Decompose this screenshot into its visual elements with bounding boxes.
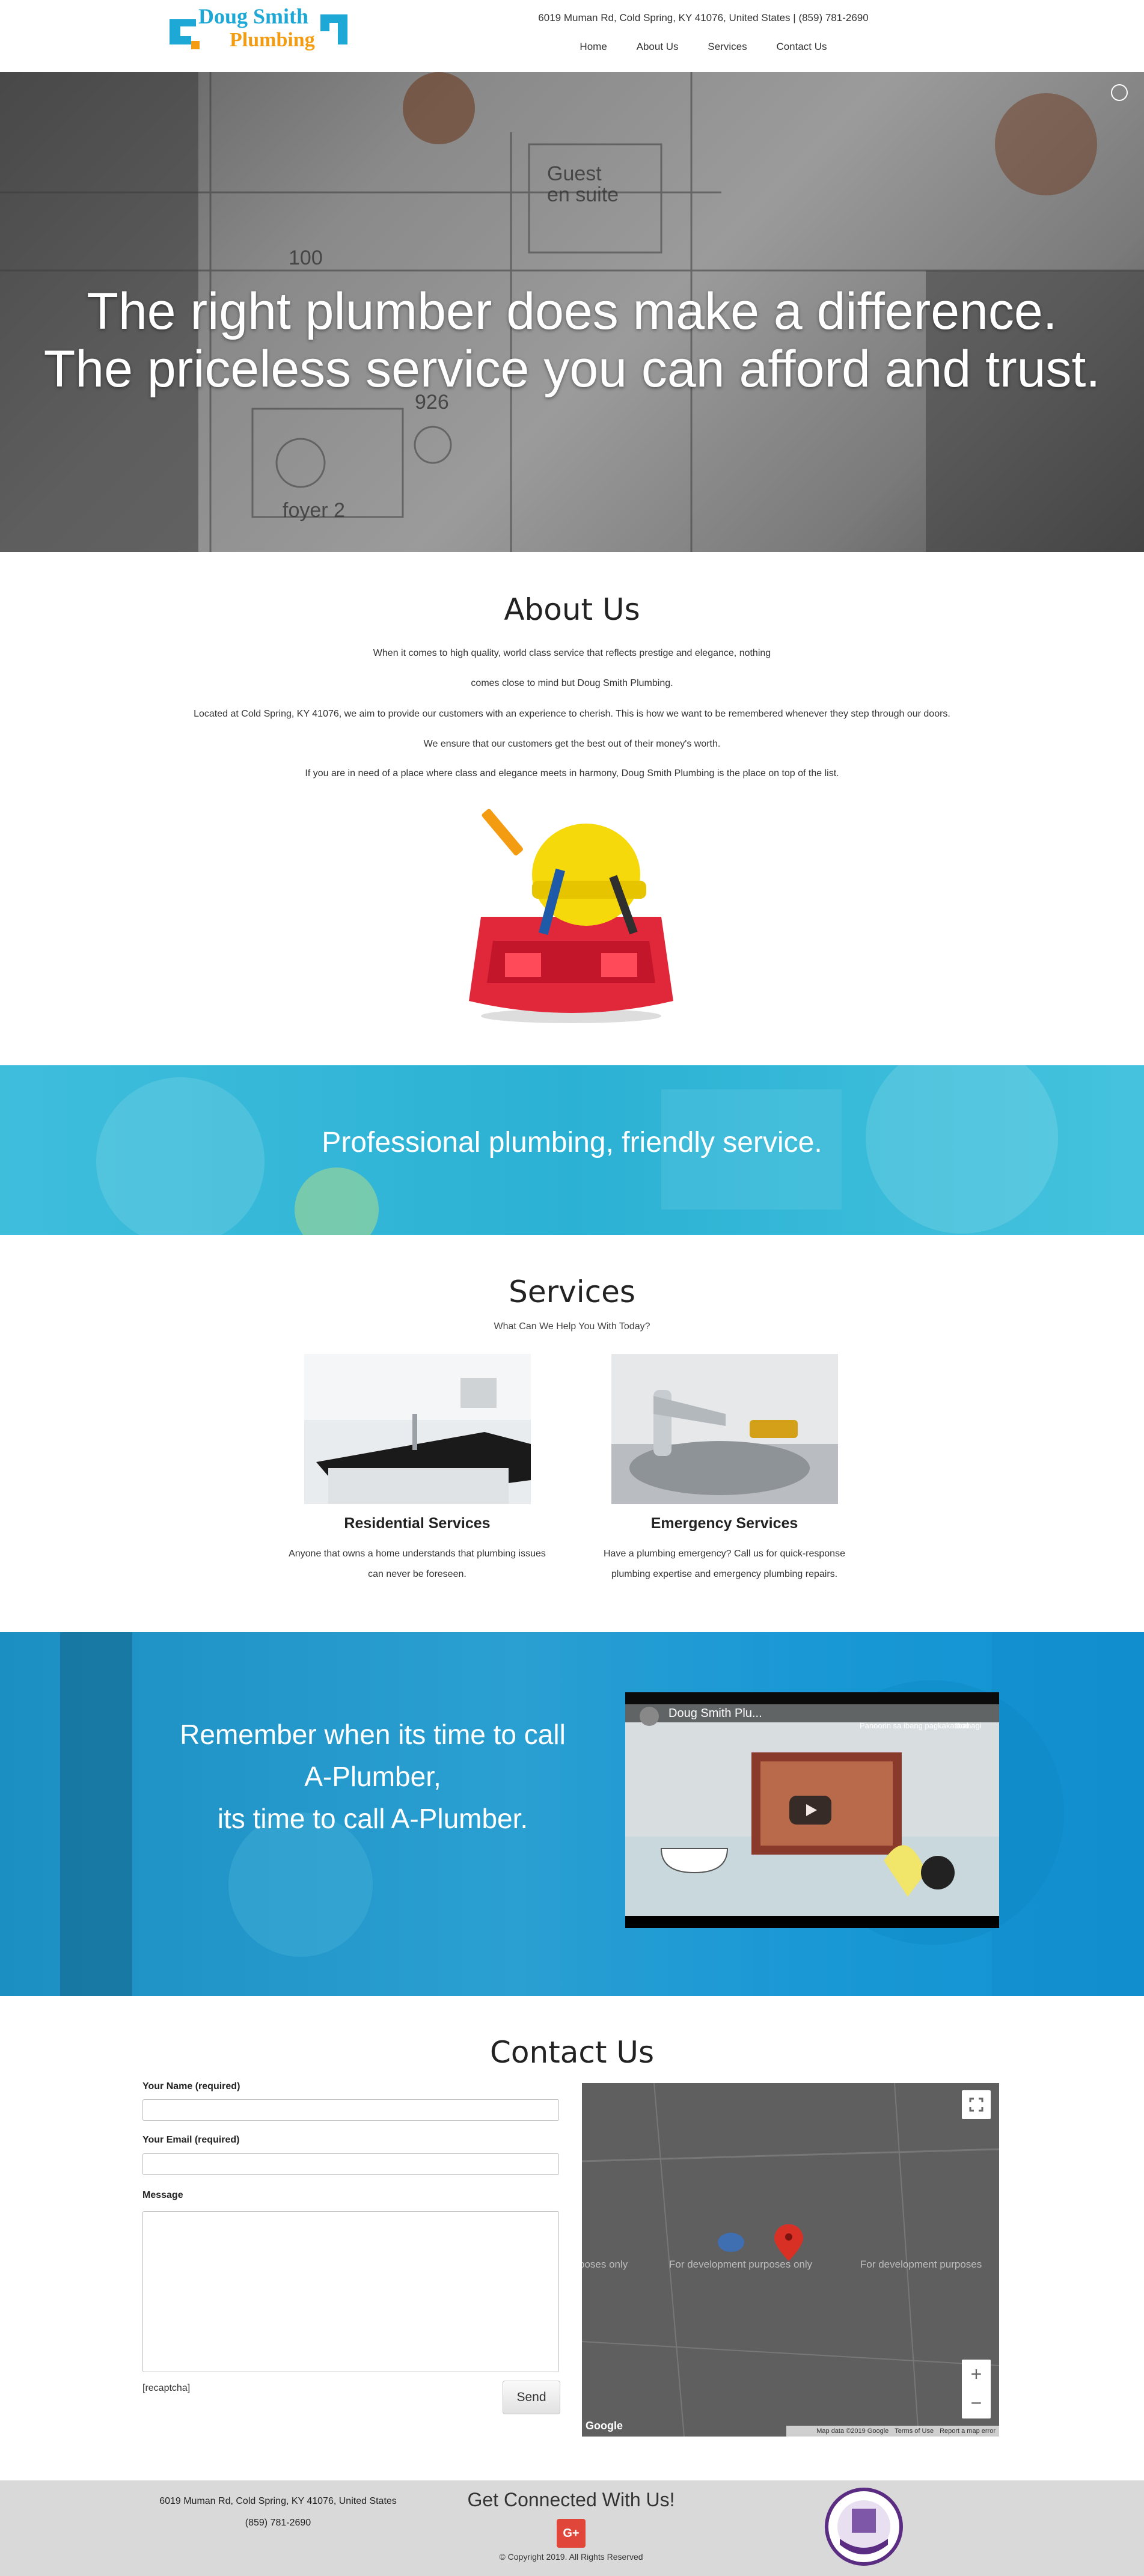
zoom-in-button[interactable]: +	[962, 2360, 991, 2388]
hero-line-2: The priceless service you can afford and…	[43, 340, 1101, 398]
about-paragraph-4: We ensure that our customers get the bes…	[423, 739, 721, 749]
residential-desc-line-2: can never be foreseen.	[368, 1569, 466, 1579]
fullscreen-icon	[969, 2097, 983, 2112]
play-button[interactable]	[789, 1796, 831, 1825]
map-marker-icon[interactable]	[774, 2224, 803, 2261]
emergency-desc-line-1: Have a plumbing emergency? Call us for q…	[604, 1549, 845, 1559]
map-watermark-left: poses only	[582, 2259, 628, 2270]
residential-services-image[interactable]	[304, 1354, 531, 1504]
logo-text-name: Doug Smith	[198, 4, 309, 28]
map-terms-link[interactable]: Terms of Use	[895, 2428, 934, 2435]
name-label: Your Name (required)	[142, 2081, 240, 2091]
google-logo[interactable]: Google	[586, 2420, 623, 2432]
name-field[interactable]	[142, 2099, 559, 2121]
footer-contact: 6019 Muman Rd, Cold Spring, KY 41076, Un…	[120, 2491, 436, 2534]
send-button[interactable]: Send	[503, 2381, 560, 2414]
about-title: About Us	[504, 592, 640, 627]
logo-text-plumbing: Plumbing	[230, 29, 315, 51]
video-player[interactable]: Doug Smith Plu... Panoorin sa ibang pagk…	[625, 1692, 999, 1928]
about-paragraph-5: If you are in need of a place where clas…	[305, 768, 839, 779]
header-address: 6019 Muman Rd, Cold Spring, KY 41076, Un…	[538, 12, 796, 23]
residential-desc-line-1: Anyone that owns a home understands that…	[289, 1549, 546, 1559]
message-field[interactable]	[142, 2211, 559, 2372]
map-report-link[interactable]: Report a map error	[940, 2428, 996, 2435]
video-title[interactable]: Doug Smith Plu...	[668, 1707, 762, 1721]
svg-text:100: 100	[289, 246, 323, 269]
map-fullscreen-button[interactable]	[962, 2090, 991, 2119]
map-watermark-right: For development purposes	[860, 2259, 982, 2270]
tagline-text: Professional plumbing, friendly service.	[322, 1127, 822, 1158]
nav-about[interactable]: About Us	[637, 41, 679, 53]
map-watermark-center: For development purposes only	[669, 2259, 813, 2270]
zoom-out-button[interactable]: −	[962, 2390, 991, 2418]
nav-contact[interactable]: Contact Us	[776, 41, 827, 53]
message-label: Message	[142, 2190, 183, 2200]
recaptcha-placeholder: [recaptcha]	[142, 2383, 191, 2393]
cta-line-3: its time to call A-Plumber.	[217, 1803, 528, 1834]
emergency-desc: Have a plumbing emergency? Call us for q…	[574, 1544, 875, 1585]
toolbag-image	[469, 809, 673, 1023]
about-paragraph-2: comes close to mind but Doug Smith Plumb…	[471, 678, 673, 688]
hero-heading: The right plumber does make a difference…	[0, 283, 1144, 398]
cta-text: Remember when its time to call A-Plumber…	[120, 1713, 625, 1840]
map[interactable]: poses only For development purposes only…	[582, 2083, 999, 2437]
emergency-desc-line-2: plumbing expertise and emergency plumbin…	[611, 1569, 838, 1579]
services-title: Services	[509, 1274, 635, 1309]
play-icon	[806, 1804, 817, 1816]
emergency-services-image[interactable]	[611, 1354, 838, 1504]
nav-services[interactable]: Services	[708, 41, 747, 53]
slider-dot[interactable]	[1111, 84, 1128, 101]
emergency-title[interactable]: Emergency Services	[574, 1515, 875, 1532]
hero-line-1: The right plumber does make a difference…	[87, 283, 1057, 340]
footer-connect-heading: Get Connected With Us!	[467, 2489, 675, 2510]
about-paragraph-3: Located at Cold Spring, KY 41076, we aim…	[194, 709, 950, 719]
cta-line-1: Remember when its time to call	[180, 1719, 566, 1750]
services-subtitle: What Can We Help You With Today?	[494, 1321, 650, 1332]
header-phone[interactable]: (859) 781-2690	[798, 12, 868, 23]
svg-text:en suite: en suite	[547, 183, 619, 206]
email-field[interactable]	[142, 2153, 559, 2175]
svg-text:foyer 2: foyer 2	[283, 499, 345, 522]
residential-desc: Anyone that owns a home understands that…	[267, 1544, 567, 1585]
svg-text:Guest: Guest	[547, 162, 602, 185]
copyright: © Copyright 2019. All Rights Reserved	[499, 2552, 643, 2562]
about-paragraph-1: When it comes to high quality, world cla…	[373, 648, 771, 658]
footer-phone[interactable]: (859) 781-2690	[120, 2512, 436, 2534]
google-plus-icon[interactable]: G+	[557, 2519, 586, 2548]
nav-home[interactable]: Home	[580, 41, 607, 53]
residential-title[interactable]: Residential Services	[267, 1515, 567, 1532]
map-data-credit: Map data ©2019 Google	[816, 2428, 889, 2435]
contact-title: Contact Us	[489, 2035, 655, 2070]
footer-address: 6019 Muman Rd, Cold Spring, KY 41076, Un…	[159, 2496, 397, 2506]
header-contact: 6019 Muman Rd, Cold Spring, KY 41076, Un…	[517, 12, 890, 24]
main-nav: Home About Us Services Contact Us	[565, 41, 842, 53]
city-to-city-market-badge[interactable]	[819, 2485, 909, 2569]
video-share[interactable]: Ibahagi	[956, 1721, 982, 1730]
cta-line-2: A-Plumber,	[304, 1761, 441, 1792]
email-label: Your Email (required)	[142, 2135, 240, 2145]
map-zoom-control: + −	[962, 2360, 991, 2418]
video-watch-later[interactable]: Panoorin sa ibang pagkakataon	[860, 1721, 970, 1730]
map-attribution: Map data ©2019 Google Terms of Use Repor…	[786, 2426, 999, 2437]
